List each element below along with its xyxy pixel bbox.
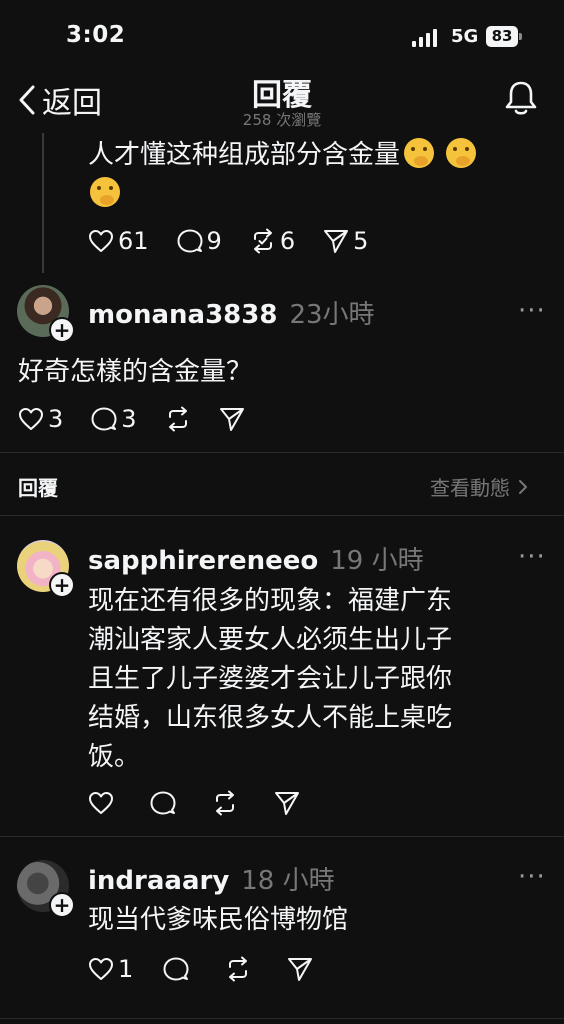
hand-over-mouth-emoji-icon (404, 138, 435, 168)
repost-icon (168, 406, 187, 432)
send-icon (288, 958, 313, 981)
comment-button[interactable]: 9 (177, 227, 222, 255)
reply-actions (88, 790, 328, 816)
comment-count: 9 (206, 227, 222, 255)
username[interactable]: sapphirereneeo (88, 546, 318, 576)
repost-button[interactable] (212, 790, 238, 816)
follow-plus-icon[interactable]: + (49, 572, 75, 598)
comment-icon (91, 407, 117, 431)
avatar-container[interactable]: + (17, 540, 75, 598)
share-count: 5 (353, 227, 369, 255)
heart-icon (89, 230, 113, 252)
repost-button[interactable] (225, 956, 251, 982)
reply-actions: 1 (88, 955, 341, 983)
thread-line (42, 133, 44, 273)
bell-icon[interactable] (504, 80, 538, 116)
post-time: 23小時 (289, 300, 375, 330)
divider (0, 452, 564, 453)
main-post-text: 好奇怎樣的含金量？ (18, 357, 253, 387)
parent-post-actions: 61 9 6 5 (88, 227, 396, 255)
repost-button[interactable] (165, 406, 191, 432)
status-time: 3:02 (66, 22, 126, 48)
send-icon (219, 408, 244, 431)
more-options-icon[interactable]: ··· (518, 862, 546, 892)
reply-header: sapphirereneeo 19 小時 (88, 540, 424, 577)
network-label: 5G (451, 26, 479, 47)
divider (0, 1018, 564, 1019)
comment-icon (150, 791, 176, 815)
heart-icon (89, 958, 113, 980)
send-icon (275, 792, 299, 815)
hand-over-mouth-emoji-icon (446, 138, 477, 168)
reply-time: 18 小時 (241, 866, 335, 896)
more-options-icon[interactable]: ··· (518, 542, 546, 572)
comment-button[interactable] (163, 956, 189, 982)
divider (0, 515, 564, 516)
chevron-right-icon (519, 479, 527, 494)
hand-over-mouth-emoji-icon (90, 177, 120, 207)
battery-level: 83 (486, 26, 518, 47)
heart-icon (89, 792, 113, 814)
share-button[interactable] (287, 956, 313, 982)
like-button[interactable]: 3 (18, 405, 63, 433)
share-button[interactable] (219, 406, 245, 432)
reply-text-line: 现在还有很多的现象：福建广东 (88, 586, 453, 616)
repost-count: 6 (279, 227, 296, 255)
reply-text: 现当代爹味民俗博物馆 (88, 905, 349, 935)
main-post-actions: 3 3 (18, 405, 273, 433)
like-count: 3 (48, 405, 64, 433)
reply-text: 现在还有很多的现象：福建广东 潮汕客家人要女人必须生出儿子 且生了儿子婆婆才会让… (88, 582, 538, 777)
comment-count: 3 (121, 405, 137, 433)
post-header: monana3838 23小時 (88, 294, 375, 331)
share-button[interactable] (274, 790, 300, 816)
follow-plus-icon[interactable]: + (49, 317, 75, 343)
avatar-container[interactable]: + (17, 285, 75, 343)
comment-icon (163, 957, 189, 981)
view-count: 258 次瀏覽 (242, 111, 322, 129)
username[interactable]: monana3838 (88, 300, 277, 330)
like-count: 1 (118, 955, 134, 983)
username[interactable]: indraaary (88, 866, 229, 896)
like-count: 61 (118, 227, 149, 255)
share-button[interactable]: 5 (323, 227, 368, 255)
like-button[interactable]: 61 (88, 227, 149, 255)
reply-header: indraaary 18 小時 (88, 860, 335, 897)
divider (0, 836, 564, 837)
signal-icon (412, 29, 440, 47)
comment-button[interactable] (150, 790, 176, 816)
repost-icon (229, 956, 248, 982)
avatar-container[interactable]: + (17, 860, 75, 918)
more-options-icon[interactable]: ··· (518, 296, 546, 326)
view-activity-link[interactable]: 查看動態 (430, 472, 528, 501)
like-button[interactable]: 1 (88, 955, 133, 983)
view-activity-label: 查看動態 (430, 476, 510, 500)
heart-icon (19, 408, 43, 430)
reply-time: 19 小時 (330, 546, 424, 576)
parent-post-text: 人才懂这种组成部分含金量 (88, 136, 538, 214)
reply-text-line: 饭。 (88, 742, 141, 772)
reply-text-line: 结婚，山东很多女人不能上桌吃 (88, 703, 453, 733)
repost-icon (253, 228, 272, 254)
repost-icon (216, 790, 234, 816)
page-title: 回覆 (252, 78, 312, 113)
like-button[interactable] (88, 791, 114, 815)
reply-text-line: 且生了儿子婆婆才会让儿子跟你 (88, 664, 453, 694)
send-icon (324, 230, 349, 253)
replies-header-label: 回覆 (18, 476, 58, 500)
comment-icon (177, 229, 203, 253)
reply-text-line: 潮汕客家人要女人必须生出儿子 (88, 625, 453, 655)
battery-icon: 83 (486, 26, 522, 47)
repost-button[interactable]: 6 (250, 227, 295, 255)
comment-button[interactable]: 3 (91, 405, 137, 433)
follow-plus-icon[interactable]: + (49, 892, 75, 918)
